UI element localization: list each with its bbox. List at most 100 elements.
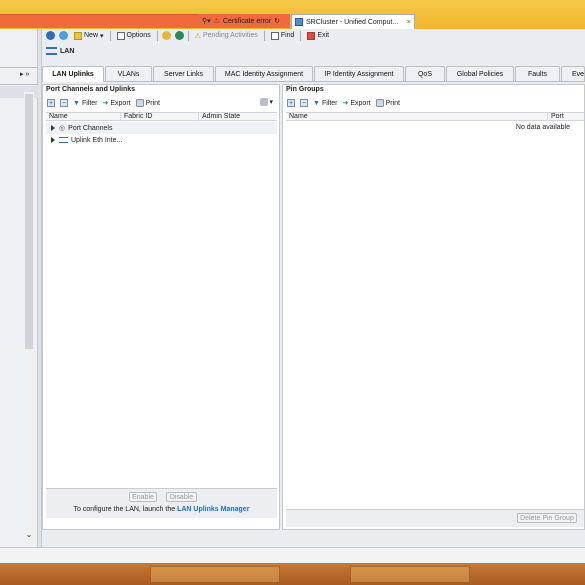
tab-label: Server Links <box>164 70 203 78</box>
filter-label: Filter <box>321 99 338 107</box>
column-header-name[interactable]: Name <box>46 113 121 121</box>
lan-uplinks-manager-link[interactable]: LAN Uplinks Manager <box>177 506 249 513</box>
pending-label: Pending Activities <box>202 32 258 39</box>
filter-button[interactable]: ▼ Filter <box>313 100 338 107</box>
certificate-error-indicator[interactable]: ⚲▾ ⚠ Certificate error ↻ <box>198 14 290 28</box>
search-icon[interactable]: ⚲▾ <box>202 17 211 25</box>
tree-row-label: Port Channels <box>68 124 113 132</box>
tab-events[interactable]: Eve <box>561 66 585 81</box>
options-label: Options <box>126 32 151 39</box>
column-header-name[interactable]: Name <box>286 113 548 121</box>
navigation-scrollbar[interactable]: ⌄ <box>24 92 34 542</box>
print-button[interactable]: Print <box>135 99 160 107</box>
find-icon <box>270 31 279 40</box>
tab-label: Global Policies <box>456 70 504 78</box>
filter-label: Filter <box>81 99 98 107</box>
tab-label: IP Identity Assignment <box>324 70 394 78</box>
pin-groups-panel: Pin Groups + − ▼ Filter ➜ Export Print Nam… <box>282 84 585 530</box>
scrollbar-thumb[interactable] <box>25 94 33 349</box>
tab-label: VLANs <box>117 70 140 78</box>
tab-label: QoS <box>417 70 432 78</box>
tab-label: Eve <box>572 70 585 78</box>
launch-hint: To configure the LAN, launch the LAN Upl… <box>46 506 277 513</box>
collapse-icon[interactable]: − <box>300 99 308 107</box>
tab-vlans[interactable]: VLANs <box>105 66 152 81</box>
export-label: Export <box>110 99 131 107</box>
main-toolbar: New ▾ Options ⚠ Pending Activities Find Ex… <box>42 29 585 42</box>
tab-global-policies[interactable]: Global Policies <box>446 66 514 81</box>
column-header-port[interactable]: Port <box>548 113 584 121</box>
tab-label: Faults <box>527 70 548 78</box>
browser-tab[interactable]: SRCluster - Unified Comput... × <box>291 14 415 29</box>
lan-icon <box>46 47 57 55</box>
port-channels-panel: Port Channels and Uplinks + − ▼ Filter ➜ E… <box>42 84 280 530</box>
expand-icon[interactable]: + <box>287 99 295 107</box>
tab-lan-uplinks[interactable]: LAN Uplinks <box>42 66 104 82</box>
chevron-down-icon[interactable]: ⌄ <box>24 530 34 542</box>
refresh-icon[interactable]: ↻ <box>274 17 280 25</box>
enable-button[interactable]: Enable <box>129 492 157 502</box>
taskbar <box>0 563 585 585</box>
find-button[interactable]: Find <box>269 31 297 40</box>
grid-header: Name Port <box>286 112 584 121</box>
filter-icon: ▼ <box>73 99 80 107</box>
panel-toolbar: + − ▼ Filter ➜ Export Print <box>287 98 400 108</box>
exit-icon <box>307 31 316 40</box>
export-label: Export <box>350 99 371 107</box>
tab-scroll-arrows[interactable]: ▸ » <box>20 70 29 78</box>
port-channel-icon: ◎ <box>59 125 66 132</box>
print-icon <box>375 99 384 107</box>
help-icon[interactable] <box>161 31 171 40</box>
close-icon[interactable]: × <box>407 19 411 26</box>
export-button[interactable]: ➜ Export <box>103 99 131 108</box>
tab-qos[interactable]: QoS <box>405 66 445 81</box>
hint-text: To configure the LAN, launch the <box>73 506 176 513</box>
tree-row[interactable]: ◎ Port Channels <box>46 122 277 134</box>
taskbar-window[interactable] <box>350 566 470 583</box>
options-button[interactable]: Options <box>115 31 153 40</box>
info-icon[interactable] <box>174 31 184 40</box>
panel-title: Port Channels and Uplinks <box>46 86 136 93</box>
delete-pin-group-button[interactable]: Delete Pin Group <box>517 513 577 523</box>
expand-icon[interactable]: + <box>47 99 55 107</box>
tab-faults[interactable]: Faults <box>515 66 560 81</box>
exit-label: Exit <box>317 32 330 39</box>
warning-icon: ⚠ <box>194 32 201 40</box>
uplink-icon <box>59 137 68 143</box>
tab-mac-identity-assignment[interactable]: MAC Identity Assignment <box>215 66 313 81</box>
column-header-admin-state[interactable]: Admin State <box>199 113 277 121</box>
new-label: New <box>84 32 99 39</box>
page-title: LAN <box>46 47 74 55</box>
forward-icon[interactable] <box>59 31 68 40</box>
tree-row[interactable]: Uplink Eth Inte... <box>46 134 277 146</box>
filter-button[interactable]: ▼ Filter <box>73 100 98 107</box>
back-icon[interactable] <box>46 31 55 40</box>
print-button[interactable]: Print <box>375 99 401 107</box>
tab-label: MAC Identity Assignment <box>224 70 304 78</box>
print-label: Print <box>385 99 401 107</box>
exit-button[interactable]: Exit <box>305 31 331 40</box>
new-icon <box>74 31 82 40</box>
panel-footer: Enable Disable To configure the LAN, lau… <box>46 488 277 518</box>
tab-server-links[interactable]: Server Links <box>153 66 214 81</box>
pending-activities-button[interactable]: ⚠ Pending Activities <box>193 32 260 40</box>
collapse-icon[interactable]: − <box>60 99 68 107</box>
page-title-text: LAN <box>60 47 75 55</box>
export-button[interactable]: ➜ Export <box>343 99 371 108</box>
column-header-fabric-id[interactable]: Fabric ID <box>121 113 199 121</box>
page-favicon-icon <box>295 18 303 26</box>
panel-title: Pin Groups <box>286 86 324 93</box>
panel-toolbar: + − ▼ Filter ➜ Export Print <box>47 98 160 108</box>
expand-arrow-icon[interactable] <box>51 137 55 143</box>
disable-button[interactable]: Disable <box>166 492 197 502</box>
find-label: Find <box>280 32 295 39</box>
grid-header: Name Fabric ID Admin State <box>46 112 277 121</box>
taskbar-window[interactable] <box>150 566 280 583</box>
panel-footer: Delete Pin Group <box>286 509 584 527</box>
new-button[interactable]: New ▾ <box>72 31 106 40</box>
tab-ip-identity-assignment[interactable]: IP Identity Assignment <box>314 66 404 81</box>
tab-label: LAN Uplinks <box>52 71 94 78</box>
expand-arrow-icon[interactable] <box>51 125 55 131</box>
settings-menu-button[interactable]: ▾ <box>260 98 273 106</box>
empty-state-text: No data available <box>515 124 570 131</box>
